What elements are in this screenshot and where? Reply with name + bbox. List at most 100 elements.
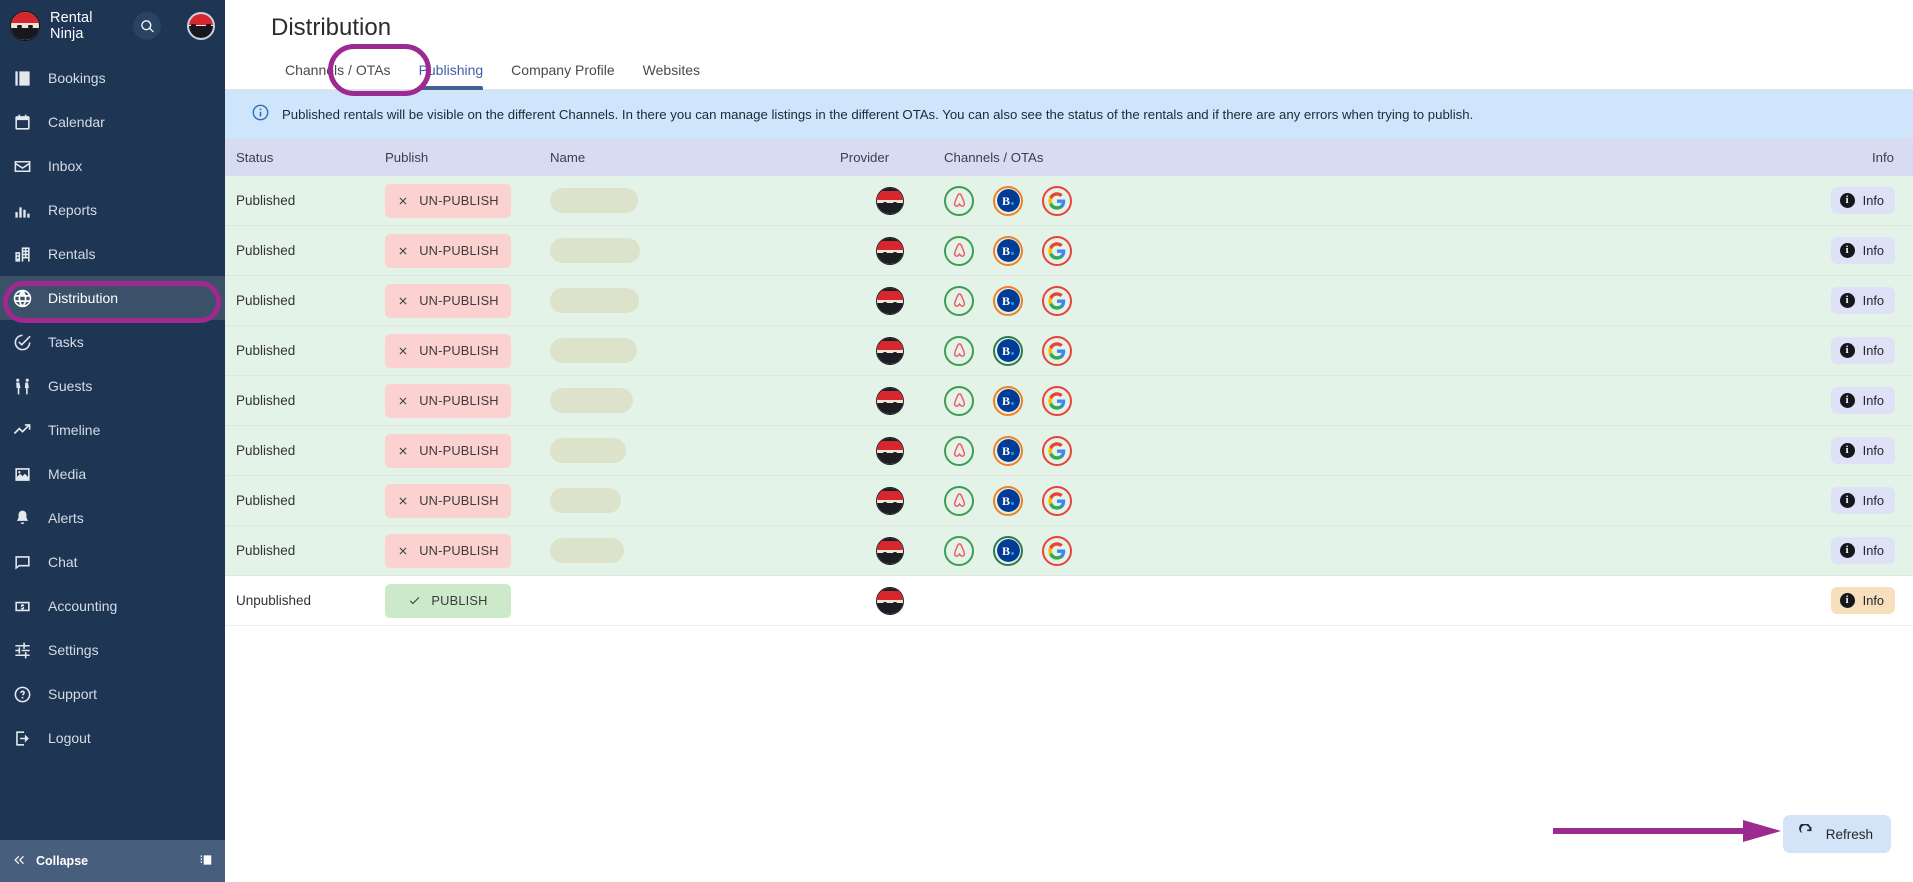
panel-layout-icon[interactable] <box>199 853 213 870</box>
sidebar-item-logout[interactable]: Logout <box>0 716 225 760</box>
ota-airbnb-icon[interactable] <box>944 286 974 316</box>
cell-name <box>550 538 840 563</box>
ota-google-icon[interactable] <box>1042 386 1072 416</box>
table-row[interactable]: PublishedUN-PUBLISHBiInfo <box>225 276 1913 326</box>
ota-google-icon[interactable] <box>1042 186 1072 216</box>
sidebar-item-media[interactable]: Media <box>0 452 225 496</box>
table-row[interactable]: PublishedUN-PUBLISHBiInfo <box>225 226 1913 276</box>
unpublish-button-label: UN-PUBLISH <box>419 293 499 308</box>
cell-publish: UN-PUBLISH <box>385 184 550 218</box>
table-row[interactable]: PublishedUN-PUBLISHBiInfo <box>225 376 1913 426</box>
sidebar-item-timeline[interactable]: Timeline <box>0 408 225 452</box>
sidebar-item-rentals[interactable]: Rentals <box>0 232 225 276</box>
column-header-provider: Provider <box>840 150 940 165</box>
ota-airbnb-icon[interactable] <box>944 336 974 366</box>
cell-info: iInfo <box>1783 237 1913 264</box>
cell-status: Unpublished <box>225 593 385 608</box>
search-icon[interactable] <box>133 12 161 40</box>
publish-button-label: PUBLISH <box>431 593 487 608</box>
redacted-rental-name <box>550 288 639 313</box>
info-button-label: Info <box>1863 543 1884 558</box>
user-avatar-icon[interactable] <box>187 12 215 40</box>
table-row[interactable]: PublishedUN-PUBLISHBiInfo <box>225 176 1913 226</box>
refresh-button[interactable]: Refresh <box>1783 815 1891 853</box>
info-button[interactable]: iInfo <box>1831 487 1895 514</box>
publish-button[interactable]: PUBLISH <box>385 584 511 618</box>
ota-google-icon[interactable] <box>1042 486 1072 516</box>
unpublish-button[interactable]: UN-PUBLISH <box>385 184 511 218</box>
redacted-rental-name <box>550 238 640 263</box>
unpublish-button[interactable]: UN-PUBLISH <box>385 434 511 468</box>
cell-channels: B <box>940 536 1783 566</box>
sidebar-item-bookings[interactable]: Bookings <box>0 56 225 100</box>
sidebar-item-tasks[interactable]: Tasks <box>0 320 225 364</box>
sidebar-item-inbox[interactable]: Inbox <box>0 144 225 188</box>
ota-google-icon[interactable] <box>1042 536 1072 566</box>
ota-airbnb-icon[interactable] <box>944 186 974 216</box>
ota-booking-icon[interactable]: B <box>993 336 1023 366</box>
unpublish-button[interactable]: UN-PUBLISH <box>385 534 511 568</box>
unpublish-button[interactable]: UN-PUBLISH <box>385 384 511 418</box>
rental-ninja-logo-icon <box>10 11 40 41</box>
sidebar-collapse-button[interactable]: Collapse <box>0 840 225 882</box>
info-button[interactable]: iInfo <box>1831 437 1895 464</box>
unpublish-button[interactable]: UN-PUBLISH <box>385 334 511 368</box>
sidebar-item-label: Settings <box>48 642 99 658</box>
page-title: Distribution <box>225 0 1913 42</box>
table-row[interactable]: Unpublished PUBLISH iInfo <box>225 576 1913 626</box>
arrow-annotation <box>1553 818 1783 844</box>
table-row[interactable]: PublishedUN-PUBLISHBiInfo <box>225 476 1913 526</box>
ota-google-icon[interactable] <box>1042 336 1072 366</box>
ota-airbnb-icon[interactable] <box>944 386 974 416</box>
tab-company-profile[interactable]: Company Profile <box>497 62 629 89</box>
ota-booking-icon[interactable]: B <box>993 286 1023 316</box>
ota-google-icon[interactable] <box>1042 286 1072 316</box>
sidebar-item-chat[interactable]: Chat <box>0 540 225 584</box>
sidebar-item-reports[interactable]: Reports <box>0 188 225 232</box>
cell-info: iInfo <box>1783 387 1913 414</box>
unpublish-button[interactable]: UN-PUBLISH <box>385 234 511 268</box>
table-row[interactable]: PublishedUN-PUBLISH BiInfo <box>225 426 1913 476</box>
sidebar-item-support[interactable]: Support <box>0 672 225 716</box>
cell-status: Published <box>225 443 385 458</box>
ota-google-icon[interactable] <box>1042 436 1072 466</box>
tab-publishing[interactable]: Publishing <box>405 62 498 89</box>
info-button[interactable]: iInfo <box>1831 187 1895 214</box>
close-x-icon <box>397 295 409 307</box>
info-button[interactable]: iInfo <box>1831 287 1895 314</box>
trending-line-icon <box>10 418 34 442</box>
ota-booking-icon[interactable]: B <box>993 186 1023 216</box>
cell-provider <box>840 187 940 215</box>
ota-booking-icon[interactable]: B <box>993 436 1023 466</box>
ota-booking-icon[interactable]: B <box>993 536 1023 566</box>
ota-booking-icon[interactable]: B <box>993 386 1023 416</box>
ota-google-icon[interactable] <box>1042 236 1072 266</box>
tab-websites[interactable]: Websites <box>629 62 714 89</box>
unpublish-button[interactable]: UN-PUBLISH <box>385 284 511 318</box>
table-row[interactable]: PublishedUN-PUBLISHBiInfo <box>225 526 1913 576</box>
sidebar-item-label: Chat <box>48 554 78 570</box>
unpublish-button[interactable]: UN-PUBLISH <box>385 484 511 518</box>
info-button[interactable]: iInfo <box>1831 587 1895 614</box>
ota-airbnb-icon[interactable] <box>944 486 974 516</box>
cell-provider <box>840 387 940 415</box>
sidebar-item-alerts[interactable]: Alerts <box>0 496 225 540</box>
info-button[interactable]: iInfo <box>1831 237 1895 264</box>
sidebar-item-accounting[interactable]: Accounting <box>0 584 225 628</box>
info-button[interactable]: iInfo <box>1831 337 1895 364</box>
sidebar-item-settings[interactable]: Settings <box>0 628 225 672</box>
ota-booking-icon[interactable]: B <box>993 236 1023 266</box>
info-button[interactable]: iInfo <box>1831 537 1895 564</box>
ota-airbnb-icon[interactable] <box>944 536 974 566</box>
info-button[interactable]: iInfo <box>1831 387 1895 414</box>
sidebar-item-distribution[interactable]: Distribution <box>0 276 225 320</box>
sidebar-item-label: Tasks <box>48 334 84 350</box>
table-row[interactable]: PublishedUN-PUBLISHBiInfo <box>225 326 1913 376</box>
sidebar-item-guests[interactable]: Guests <box>0 364 225 408</box>
ota-booking-icon[interactable]: B <box>993 486 1023 516</box>
ota-airbnb-icon[interactable] <box>944 236 974 266</box>
cell-channels: B <box>940 186 1783 216</box>
sidebar-item-calendar[interactable]: Calendar <box>0 100 225 144</box>
ota-airbnb-icon[interactable] <box>944 436 974 466</box>
tab-channels-otas[interactable]: Channels / OTAs <box>271 62 405 89</box>
